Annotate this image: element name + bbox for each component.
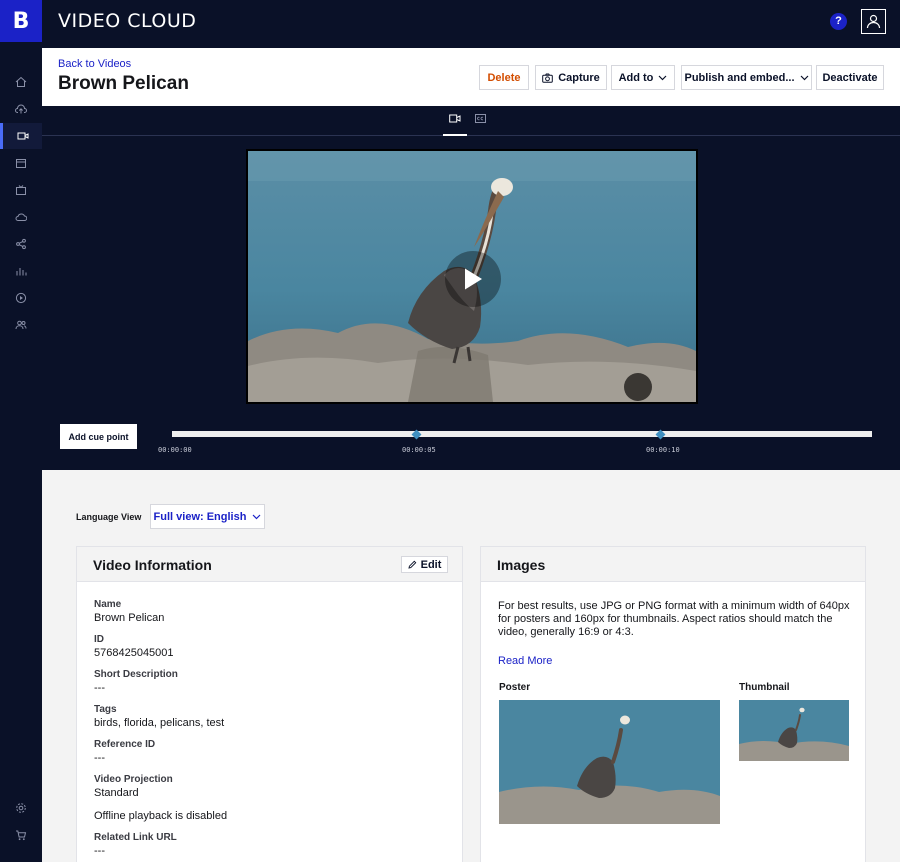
reference-id-value: --- (94, 752, 105, 764)
video-player[interactable] (246, 149, 698, 404)
sidebar-item-cart[interactable] (0, 822, 42, 848)
chevron-down-icon (800, 75, 808, 80)
sidebar-item-analytics[interactable] (0, 258, 42, 284)
edit-label: Edit (420, 558, 442, 571)
related-link-label: Related Link URL (94, 832, 177, 843)
logo-letter: B (12, 8, 30, 34)
language-selected-value: Full view: English (153, 510, 247, 523)
delete-button[interactable]: Delete (479, 65, 529, 90)
sidebar-item-players[interactable] (0, 285, 42, 311)
deactivate-button[interactable]: Deactivate (816, 65, 884, 90)
name-label: Name (94, 599, 122, 610)
short-description-value: --- (94, 682, 105, 694)
publish-embed-dropdown[interactable]: Publish and embed... (681, 65, 812, 90)
timeline-label: 00:00:10 (646, 446, 680, 454)
id-label: ID (94, 634, 104, 645)
read-more-link[interactable]: Read More (498, 655, 552, 667)
sidebar-item-media[interactable] (0, 123, 42, 149)
cloud-icon (15, 213, 27, 221)
page-title: Brown Pelican (58, 73, 189, 94)
reference-id-label: Reference ID (94, 739, 156, 750)
players-icon (15, 292, 27, 304)
preview-tabs (42, 106, 900, 136)
timeline-label: 00:00:00 (158, 446, 192, 454)
video-information-card: Video Information Edit Name Brown Pelica… (76, 546, 463, 862)
offline-playback-status: Offline playback is disabled (94, 810, 228, 822)
thumbnail-image[interactable] (739, 700, 849, 761)
play-button[interactable] (445, 251, 501, 307)
sidebar-item-live[interactable] (0, 177, 42, 203)
edit-button[interactable]: Edit (401, 556, 448, 573)
brightcove-logo[interactable]: B (0, 0, 42, 42)
thumbnail-picture (739, 700, 849, 761)
video-camera-icon (449, 114, 461, 123)
short-description-label: Short Description (94, 669, 178, 680)
top-bar: B VIDEO CLOUD ? (0, 0, 900, 48)
tab-captions[interactable] (468, 114, 492, 136)
add-cue-point-button[interactable]: Add cue point (60, 424, 137, 449)
card-title: Images (497, 557, 546, 573)
app-title: VIDEO CLOUD (58, 10, 197, 32)
poster-picture (499, 700, 720, 824)
camera-icon (542, 73, 554, 83)
sidebar-item-gallery[interactable] (0, 150, 42, 176)
video-projection-value: Standard (94, 787, 139, 799)
id-value: 5768425045001 (94, 647, 174, 659)
user-icon[interactable] (861, 9, 886, 34)
cart-icon (16, 830, 27, 841)
card-header: Video Information Edit (77, 547, 462, 582)
sidebar (0, 48, 42, 862)
sidebar-item-social[interactable] (0, 231, 42, 257)
name-value: Brown Pelican (94, 612, 165, 624)
sidebar-item-cloud[interactable] (0, 204, 42, 230)
capture-label: Capture (558, 71, 600, 84)
card-header: Images (481, 547, 865, 582)
sidebar-item-home[interactable] (0, 69, 42, 95)
thumbnail-label: Thumbnail (739, 682, 790, 693)
closed-captions-icon (474, 114, 486, 123)
back-to-videos-link[interactable]: Back to Videos (58, 58, 131, 70)
language-view-label: Language View (76, 512, 142, 522)
card-title: Video Information (93, 557, 212, 573)
timeline-label: 00:00:05 (402, 446, 436, 454)
images-card: Images For best results, use JPG or PNG … (480, 546, 866, 862)
tags-label: Tags (94, 704, 117, 715)
delete-label: Delete (487, 71, 521, 84)
video-icon (17, 132, 28, 140)
media-icon (16, 159, 26, 168)
page-header: Back to Videos Brown Pelican Delete Capt… (42, 48, 900, 106)
chevron-down-icon (658, 75, 667, 80)
pencil-icon (408, 560, 416, 569)
timeline-track[interactable] (172, 431, 872, 437)
poster-label: Poster (499, 682, 531, 693)
sidebar-item-users[interactable] (0, 312, 42, 338)
live-icon (16, 185, 26, 195)
video-panel: Add cue point 00:00:00 00:00:05 00:00:10 (42, 106, 900, 470)
users-icon (15, 320, 27, 330)
settings-icon (16, 803, 26, 813)
home-icon (15, 76, 27, 87)
tab-video[interactable] (443, 114, 467, 136)
poster-image[interactable] (499, 700, 720, 824)
play-icon (465, 268, 482, 290)
images-description: For best results, use JPG or PNG format … (498, 600, 850, 638)
add-to-dropdown[interactable]: Add to (611, 65, 675, 90)
publish-label: Publish and embed... (684, 71, 795, 84)
sidebar-item-upload[interactable] (0, 96, 42, 122)
related-link-value: --- (94, 845, 105, 857)
deactivate-label: Deactivate (822, 71, 878, 84)
tags-value: birds, florida, pelicans, test (94, 717, 225, 729)
share-icon (16, 238, 26, 250)
analytics-icon (16, 268, 27, 276)
language-view-select[interactable]: Full view: English (150, 504, 265, 529)
video-projection-label: Video Projection (94, 774, 173, 785)
upload-icon (15, 104, 27, 114)
capture-button[interactable]: Capture (535, 65, 607, 90)
help-icon[interactable]: ? (830, 13, 847, 30)
sidebar-item-settings[interactable] (0, 795, 42, 821)
add-to-label: Add to (618, 71, 654, 84)
chevron-down-icon (253, 514, 261, 519)
